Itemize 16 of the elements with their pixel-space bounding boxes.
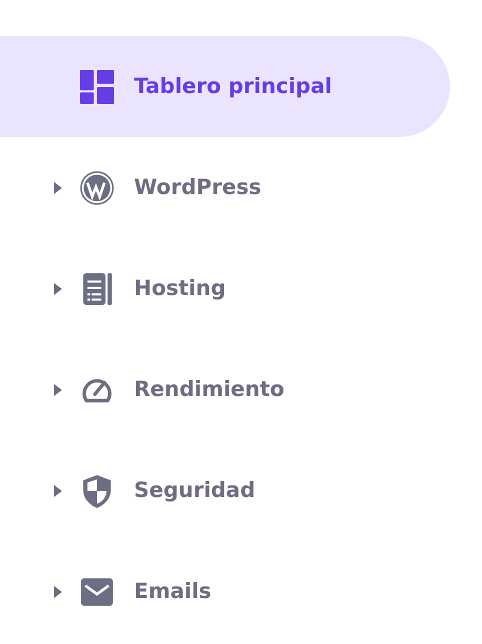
item-label: Rendimiento (134, 376, 284, 403)
sidebar-item[interactable]: Hosting (0, 238, 450, 339)
item-label: Emails (134, 578, 212, 605)
item-label: Tablero principal (134, 72, 332, 100)
shield-icon (80, 474, 114, 508)
sidebar-item[interactable]: Tablero principal (0, 36, 450, 137)
server-list-icon (80, 272, 114, 306)
item-label: WordPress (134, 174, 262, 201)
sidebar-item[interactable]: WordPress (0, 137, 450, 238)
item-label: Hosting (134, 274, 226, 302)
sidebar-item[interactable]: Seguridad (0, 440, 450, 541)
circle-logo-icon (80, 170, 114, 204)
sidebar-item[interactable]: Emails (0, 541, 450, 642)
dashboard-icon (80, 70, 114, 104)
sidebar-item[interactable]: Rendimiento (0, 339, 450, 440)
item-label: Seguridad (134, 476, 256, 504)
